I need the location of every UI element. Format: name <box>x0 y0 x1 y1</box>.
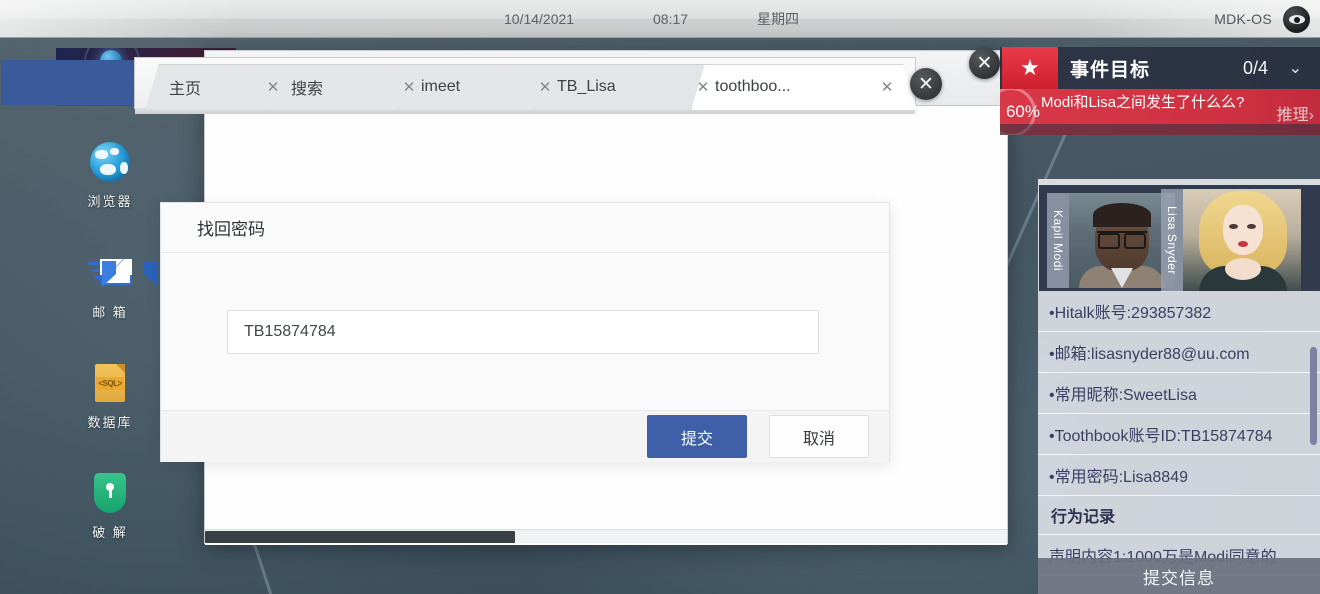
close-icon[interactable]: ✕ <box>537 79 553 95</box>
browser-tab-toothbook[interactable]: toothboo... ✕ <box>691 64 917 110</box>
globe-landmass <box>120 162 128 174</box>
eye-icon[interactable] <box>1283 6 1310 33</box>
list-item[interactable]: •邮箱:lisasnyder88@uu.com <box>1038 332 1320 373</box>
desktop-icon-crack[interactable]: 破 解 <box>72 471 148 541</box>
shield-icon-shape <box>94 473 126 513</box>
close-icon[interactable]: ✕ <box>910 68 942 100</box>
portrait-skin <box>1225 258 1261 280</box>
shield-key-icon <box>88 471 132 515</box>
globe-landmass <box>95 150 108 159</box>
mail-envelope <box>100 259 132 285</box>
vertical-scrollbar-thumb[interactable] <box>1310 347 1317 445</box>
window-close-label: ✕ <box>977 54 993 73</box>
tab-label: toothboo... <box>715 78 791 96</box>
character-portrait <box>1069 193 1175 288</box>
quest-row-divider <box>1000 124 1320 135</box>
system-date: 10/14/2021 <box>504 11 574 27</box>
tab-label: imeet <box>421 78 460 96</box>
eye-icon-pupil <box>1289 15 1305 24</box>
cancel-button[interactable]: 取消 <box>769 415 869 458</box>
retrieve-password-dialog: 找回密码 TB15874784 提交 取消 <box>160 202 890 462</box>
submit-button[interactable]: 提交 <box>647 415 747 458</box>
dialog-header: 找回密码 <box>161 203 889 253</box>
character-name: Lisa Snyder <box>1165 206 1179 275</box>
portrait-face <box>1223 205 1263 255</box>
dialog-title: 找回密码 <box>197 215 265 240</box>
desktop-icon-browser[interactable]: 浏览器 <box>72 140 148 210</box>
quest-action-link[interactable]: 推理› <box>1277 101 1314 125</box>
system-time: 08:17 <box>653 11 688 27</box>
account-id-input[interactable]: TB15874784 <box>227 310 819 354</box>
character-name-strip: Kapil Modi <box>1047 193 1069 288</box>
portrait-eye <box>1229 224 1238 229</box>
database-icon-shape: <SQL> <box>95 364 125 402</box>
quest-item[interactable]: 60% Modi和Lisa之间发生了什么么? 推理› <box>1000 89 1320 135</box>
star-icon: ★ <box>1002 47 1058 89</box>
tabbar-close-label: ✕ <box>918 75 934 94</box>
character-name-strip: Lisa Snyder <box>1161 189 1183 292</box>
desktop-icon-database[interactable]: <SQL> 数据库 <box>72 361 148 431</box>
desktop-icon-label: 邮 箱 <box>92 302 128 321</box>
character-name: Kapil Modi <box>1051 210 1065 271</box>
dialog-footer: 提交 取消 <box>161 410 889 462</box>
browser-tab-bar: 主页 ✕ 搜索 ✕ imeet ✕ TB_Lisa ✕ toothboo... … <box>134 57 916 109</box>
quest-question: Modi和Lisa之间发生了什么么? <box>1041 93 1259 112</box>
desktop-icon-mail[interactable]: 邮 箱 <box>72 251 148 321</box>
portrait-glasses <box>1097 231 1147 243</box>
close-icon[interactable]: ✕ <box>879 79 895 95</box>
tab-label: TB_Lisa <box>557 78 616 96</box>
mail-icon-shape <box>88 257 132 291</box>
character-card-lisa[interactable]: Lisa Snyder <box>1161 189 1301 292</box>
game-right-panel: › ★ 事件目标 0/4 ⌄ 60% Modi和Lisa之间发生了什么么? 推理… <box>1000 38 1320 594</box>
dialog-body: TB15874784 <box>161 253 889 410</box>
star-glyph: ★ <box>1020 57 1040 79</box>
quest-title: 事件目标 <box>1070 55 1150 82</box>
horizontal-scrollbar[interactable] <box>205 529 1007 543</box>
list-section-header: 行为记录 <box>1038 496 1320 535</box>
os-name-label: MDK-OS <box>1214 11 1272 27</box>
close-icon[interactable]: ✕ <box>695 79 711 95</box>
portrait-eye <box>1247 224 1256 229</box>
keyhole-icon <box>106 483 114 491</box>
globe-landmass <box>110 148 119 155</box>
close-icon[interactable]: ✕ <box>969 48 1000 79</box>
chevron-down-icon[interactable]: ⌄ <box>1289 58 1302 78</box>
database-icon: <SQL> <box>88 361 132 405</box>
submit-info-button[interactable]: 提交信息 <box>1038 558 1320 594</box>
desktop-icon-label: 数据库 <box>87 412 132 431</box>
submit-info-label: 提交信息 <box>1143 564 1215 589</box>
globe-landmass <box>100 164 116 175</box>
list-item[interactable]: •Toothbook账号ID:TB15874784 <box>1038 414 1320 455</box>
close-icon[interactable]: ✕ <box>265 79 281 95</box>
tab-label: 搜索 <box>291 75 323 99</box>
portrait-hair <box>1093 203 1151 227</box>
close-icon[interactable]: ✕ <box>401 79 417 95</box>
desktop-icon-label: 破 解 <box>92 522 128 541</box>
character-portrait <box>1183 189 1301 292</box>
quest-count: 0/4 <box>1243 58 1268 79</box>
list-item[interactable]: •常用昵称:SweetLisa <box>1038 373 1320 414</box>
system-weekday: 星期四 <box>757 9 799 29</box>
database-icon-badge: <SQL> <box>96 377 124 390</box>
list-item[interactable]: •常用密码:Lisa8849 <box>1038 455 1320 496</box>
globe-icon-shape <box>90 142 130 182</box>
list-item[interactable]: •Hitalk账号:293857382 <box>1038 291 1320 332</box>
horizontal-scrollbar-thumb[interactable] <box>205 531 515 543</box>
desktop-icon-label: 浏览器 <box>87 191 132 210</box>
clue-info-list[interactable]: •Hitalk账号:293857382 •邮箱:lisasnyder88@uu.… <box>1038 291 1320 594</box>
mail-icon <box>88 251 132 295</box>
character-card-modi[interactable]: Kapil Modi <box>1047 193 1175 288</box>
portrait-lips <box>1238 241 1248 247</box>
globe-icon <box>88 140 132 184</box>
tab-label: 主页 <box>169 75 201 99</box>
character-card-tray: Kapil Modi Lisa Snyder <box>1038 179 1320 291</box>
quest-header: ★ 事件目标 0/4 ⌄ <box>1000 47 1320 89</box>
system-topbar: 10/14/2021 08:17 星期四 MDK-OS <box>0 0 1320 38</box>
